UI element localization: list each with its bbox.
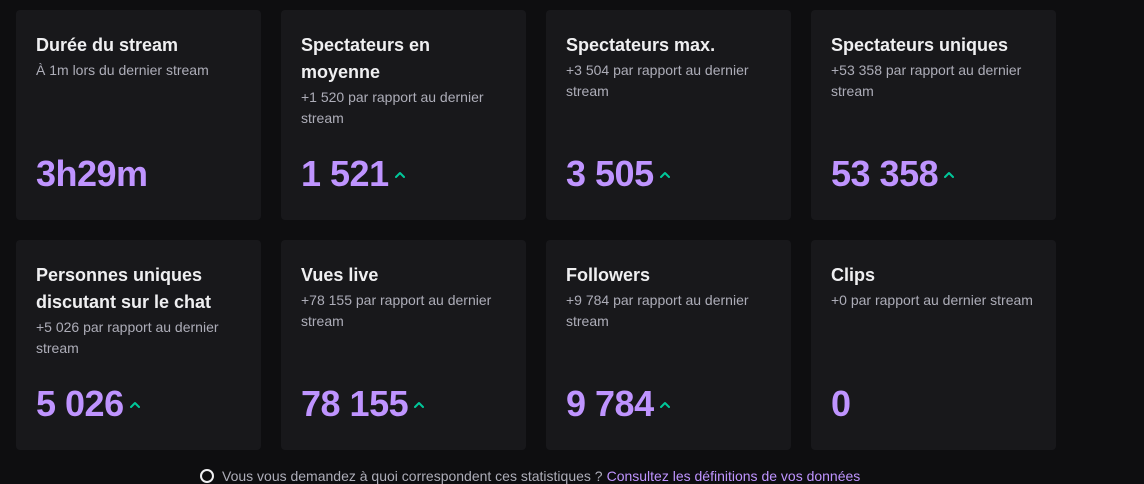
stat-card-max-viewers: Spectateurs max. +3 504 par rapport au d…	[546, 10, 791, 220]
card-title: Vues live	[301, 265, 379, 285]
info-icon	[200, 469, 214, 483]
card-value-row: 9 784	[566, 384, 670, 424]
card-value-row: 5 026	[36, 384, 140, 424]
card-subtitle: +9 784 par rapport au dernier stream	[566, 292, 749, 329]
stats-help-note: Vous vous demandez à quoi correspondent …	[200, 468, 860, 484]
trend-up-icon	[944, 171, 955, 179]
card-subtitle: +5 026 par rapport au dernier stream	[36, 319, 219, 356]
card-value-row: 1 521	[301, 154, 405, 194]
trend-up-icon	[659, 401, 670, 409]
card-value: 5 026	[36, 383, 124, 424]
stat-card-stream-duration: Durée du stream À 1m lors du dernier str…	[16, 10, 261, 220]
trend-up-icon	[414, 401, 425, 409]
card-value: 3 505	[566, 153, 654, 194]
card-value-row: 0	[831, 384, 851, 424]
card-value: 9 784	[566, 383, 654, 424]
card-value: 3h29m	[36, 153, 148, 194]
card-subtitle: +1 520 par rapport au dernier stream	[301, 89, 484, 126]
help-text: Vous vous demandez à quoi correspondent …	[222, 468, 603, 484]
stat-card-average-viewers: Spectateurs en moyenne +1 520 par rappor…	[281, 10, 526, 220]
card-subtitle: À 1m lors du dernier stream	[36, 62, 209, 78]
card-title: Spectateurs max.	[566, 35, 716, 55]
card-value-row: 78 155	[301, 383, 425, 424]
trend-up-icon	[394, 171, 405, 179]
card-value: 53 358	[831, 153, 939, 194]
card-value-row: 3h29m	[36, 154, 148, 194]
card-value-row: 53 358	[831, 153, 955, 194]
card-subtitle: +53 358 par rapport au dernier stream	[831, 62, 1022, 99]
card-title: Spectateurs uniques	[831, 35, 1009, 55]
card-title: Personnes uniques discutant sur le chat	[36, 265, 212, 312]
card-subtitle: +78 155 par rapport au dernier stream	[301, 292, 492, 329]
card-title: Spectateurs en moyenne	[301, 35, 431, 82]
card-subtitle: +3 504 par rapport au dernier stream	[566, 62, 749, 99]
card-value: 1 521	[301, 153, 389, 194]
stat-card-unique-chatters: Personnes uniques discutant sur le chat …	[16, 240, 261, 450]
card-title: Followers	[566, 265, 651, 285]
stat-card-followers: Followers +9 784 par rapport au dernier …	[546, 240, 791, 450]
card-subtitle: +0 par rapport au dernier stream	[831, 292, 1033, 308]
stat-card-clips: Clips +0 par rapport au dernier stream 0	[811, 240, 1056, 450]
card-title: Clips	[831, 265, 876, 285]
trend-up-icon	[129, 401, 140, 409]
stat-card-unique-viewers: Spectateurs uniques +53 358 par rapport …	[811, 10, 1056, 220]
card-title: Durée du stream	[36, 35, 179, 55]
definitions-link[interactable]: Consultez les définitions de vos données	[607, 468, 861, 484]
card-value-row: 3 505	[566, 154, 670, 194]
stats-grid: Durée du stream À 1m lors du dernier str…	[16, 10, 1056, 450]
card-value: 78 155	[301, 383, 409, 424]
trend-up-icon	[659, 171, 670, 179]
stat-card-live-views: Vues live +78 155 par rapport au dernier…	[281, 240, 526, 450]
card-value: 0	[831, 383, 851, 424]
